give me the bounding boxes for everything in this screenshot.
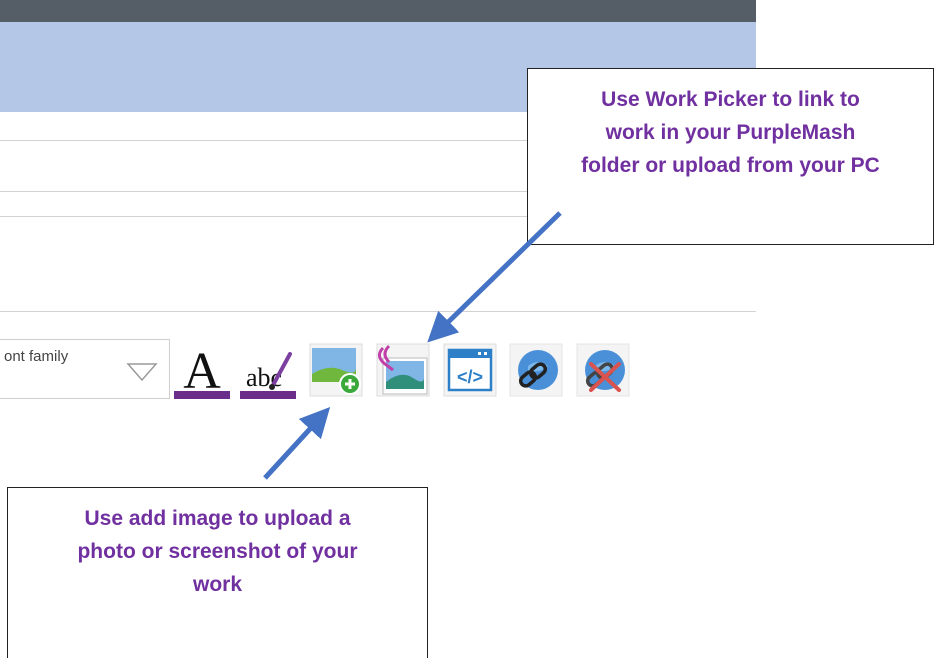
font-family-select[interactable]: ont family <box>0 339 170 399</box>
callout-line: Use Work Picker to link to <box>601 88 860 111</box>
spellcheck-icon: abc <box>240 352 296 399</box>
chevron-down-icon <box>126 363 158 382</box>
html-code-button[interactable]: </> <box>440 340 500 400</box>
field-divider <box>0 311 756 312</box>
svg-text:</>: </> <box>457 367 483 387</box>
font-size-button[interactable]: A <box>172 340 232 400</box>
unlink-icon <box>576 343 630 397</box>
callout-line: folder or upload from your PC <box>581 154 880 177</box>
work-picker-button[interactable] <box>373 340 433 400</box>
spellcheck-button[interactable]: abc <box>238 340 298 400</box>
work-picker-icon <box>376 343 430 397</box>
callout-line: work in your PurpleMash <box>605 121 856 144</box>
top-bar <box>0 0 756 22</box>
remove-link-button[interactable] <box>573 340 633 400</box>
arrow-to-add-image <box>263 406 331 480</box>
add-image-icon <box>309 343 363 397</box>
link-icon <box>509 343 563 397</box>
callout-line: work <box>192 573 242 596</box>
font-size-icon: A <box>174 343 230 400</box>
callout-line: photo or screenshot of your <box>77 540 358 563</box>
callout-line: Use add image to upload a <box>84 507 351 530</box>
work-picker-callout: Use Work Picker to link to work in your … <box>527 68 934 245</box>
html-code-icon: </> <box>443 343 497 397</box>
add-image-button[interactable] <box>306 340 366 400</box>
font-family-select-label: ont family <box>4 348 69 365</box>
insert-link-button[interactable] <box>506 340 566 400</box>
add-image-callout: Use add image to upload a photo or scree… <box>7 487 428 658</box>
